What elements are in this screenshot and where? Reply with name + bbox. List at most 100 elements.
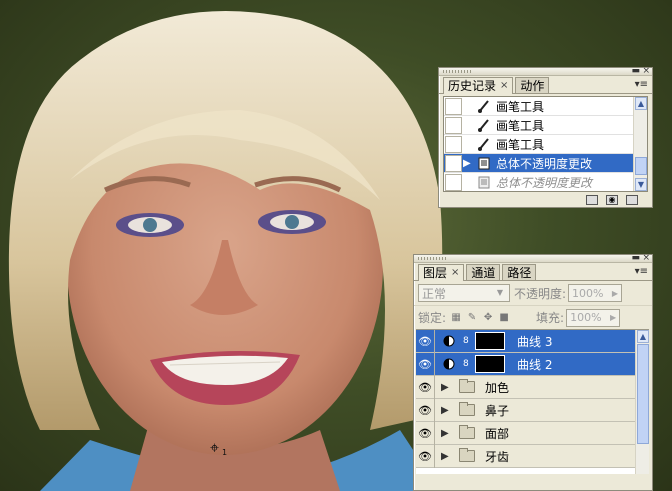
history-state-pointer-icon[interactable]: ▶ (463, 158, 471, 169)
layer-name: 面部 (485, 426, 510, 441)
lock-transparency-icon[interactable]: ▦ (450, 312, 462, 324)
fill-label: 填充: (536, 311, 565, 325)
tab-paths-label: 路径 (507, 265, 532, 280)
layer-name: 鼻子 (485, 403, 510, 418)
visibility-eye-icon[interactable]: 👁 (416, 375, 435, 399)
expand-triangle-icon[interactable]: ▶ (441, 382, 451, 393)
layer-group-row[interactable]: 👁 ▶ 牙齿 (416, 444, 649, 468)
brush-icon (476, 136, 492, 152)
history-item-label: 总体不透明度更改 (496, 175, 593, 190)
tab-channels-label: 通道 (471, 265, 496, 280)
history-item[interactable]: 画笔工具 (444, 135, 647, 154)
layer-mask-thumbnail[interactable] (475, 332, 505, 350)
visibility-eye-icon[interactable]: 👁 (416, 398, 435, 422)
snapshot-source-checkbox[interactable] (445, 154, 462, 172)
lock-pixels-icon[interactable]: ✎ (466, 312, 478, 324)
layer-group-row[interactable]: 👁 ▶ 面部 (416, 421, 649, 445)
tab-history[interactable]: 历史记录 × (443, 77, 514, 94)
history-panel: ▬ × 历史记录 × 动作 ▾≡ 画笔工具 画笔工具 画笔工具 ▶ 总体不透明度… (438, 66, 653, 208)
grip-dots-icon[interactable] (443, 70, 473, 73)
lock-label: 锁定: (418, 311, 447, 325)
scroll-thumb[interactable] (637, 344, 649, 444)
opacity-field[interactable]: 100% ▶ (568, 284, 623, 302)
layers-panel: ▬ × 图层 × 通道 路径 ▾≡ 正常 ▼ 不透明度: 100% ▶ 锁定: … (413, 253, 653, 491)
chevron-right-icon: ▶ (611, 288, 619, 298)
panel-menu-icon[interactable]: ▾≡ (635, 79, 648, 90)
snapshot-source-checkbox[interactable] (445, 116, 462, 134)
trash-icon[interactable] (626, 195, 638, 205)
layer-row[interactable]: 👁 8 曲线 3 (416, 330, 649, 353)
folder-icon (459, 379, 475, 393)
new-document-icon[interactable] (586, 195, 598, 205)
history-item-selected[interactable]: ▶ 总体不透明度更改 (444, 154, 647, 173)
history-panel-titlebar[interactable]: ▬ × (439, 66, 652, 76)
chain-link-icon[interactable]: 8 (463, 359, 471, 369)
layer-name: 曲线 2 (517, 357, 553, 372)
scroll-up-icon[interactable]: ▲ (635, 97, 647, 110)
layer-group-row[interactable]: 👁 ▶ 鼻子 (416, 398, 649, 422)
lock-all-icon[interactable]: ■ (498, 312, 510, 324)
blend-mode-select[interactable]: 正常 ▼ (418, 284, 510, 302)
layers-scrollbar[interactable]: ▲ (635, 330, 649, 474)
brush-icon (476, 98, 492, 114)
history-item[interactable]: 画笔工具 (444, 116, 647, 135)
visibility-eye-icon[interactable]: 👁 (416, 330, 435, 353)
chain-link-icon[interactable]: 8 (463, 336, 471, 346)
tab-layers[interactable]: 图层 × (418, 264, 465, 281)
tab-actions-label: 动作 (520, 78, 545, 93)
snapshot-source-checkbox[interactable] (445, 97, 462, 115)
expand-triangle-icon[interactable]: ▶ (441, 451, 451, 462)
history-item-label: 画笔工具 (496, 118, 545, 133)
curves-adjustment-icon (441, 356, 457, 372)
visibility-eye-icon[interactable]: 👁 (416, 421, 435, 445)
scroll-up-icon[interactable]: ▲ (637, 330, 649, 343)
snapshot-icon[interactable]: ◉ (606, 195, 618, 205)
lock-position-icon[interactable]: ✥ (482, 312, 494, 324)
crosshair-cursor-icon: ⌖ 1 (210, 438, 228, 457)
tab-close-icon[interactable]: × (500, 79, 508, 93)
layer-group-row[interactable]: 👁 ▶ 加色 (416, 375, 649, 399)
history-item-dimmed[interactable]: 总体不透明度更改 (444, 173, 647, 191)
tab-channels[interactable]: 通道 (466, 264, 501, 280)
snapshot-source-checkbox[interactable] (445, 135, 462, 153)
minimize-icon[interactable]: ▬ (631, 253, 640, 263)
close-icon[interactable]: × (642, 66, 650, 76)
opacity-value: 100% (572, 286, 604, 300)
opacity-label: 不透明度: (514, 286, 567, 301)
layer-row[interactable]: 👁 8 曲线 2 (416, 352, 649, 376)
close-icon[interactable]: × (642, 253, 650, 263)
layers-panel-titlebar[interactable]: ▬ × (414, 253, 652, 263)
history-tabs: 历史记录 × 动作 ▾≡ (439, 76, 652, 94)
history-item-label: 画笔工具 (496, 99, 545, 114)
curves-adjustment-icon (441, 333, 457, 349)
history-step-icon (476, 174, 492, 190)
layer-name: 牙齿 (485, 449, 510, 464)
expand-triangle-icon[interactable]: ▶ (441, 405, 451, 416)
tab-paths[interactable]: 路径 (502, 264, 537, 280)
history-list: 画笔工具 画笔工具 画笔工具 ▶ 总体不透明度更改 总体不透明度更改 ▲ ▼ (443, 96, 648, 192)
layer-mask-thumbnail[interactable] (475, 355, 505, 373)
cursor-label: 1 (222, 448, 228, 457)
scroll-thumb[interactable] (635, 157, 647, 175)
folder-icon (459, 448, 475, 462)
minimize-icon[interactable]: ▬ (631, 66, 640, 76)
panel-menu-icon[interactable]: ▾≡ (635, 266, 648, 277)
tab-actions[interactable]: 动作 (515, 77, 550, 93)
chevron-right-icon: ▶ (609, 313, 617, 322)
snapshot-source-checkbox[interactable] (445, 173, 462, 191)
fill-value: 100% (570, 311, 602, 324)
blend-mode-value: 正常 (422, 286, 447, 301)
history-item[interactable]: 画笔工具 (444, 97, 647, 116)
expand-triangle-icon[interactable]: ▶ (441, 428, 451, 439)
brush-icon (476, 117, 492, 133)
scroll-down-icon[interactable]: ▼ (635, 178, 647, 191)
visibility-eye-icon[interactable]: 👁 (416, 444, 435, 468)
fill-field[interactable]: 100% ▶ (566, 308, 621, 327)
visibility-eye-icon[interactable]: 👁 (416, 352, 435, 376)
layers-list: 👁 8 曲线 3 👁 8 曲线 2 👁 ▶ 加色 👁 ▶ 鼻子 👁 ▶ 面部 👁… (416, 329, 649, 474)
history-item-label: 画笔工具 (496, 137, 545, 152)
chevron-down-icon: ▼ (496, 288, 504, 297)
grip-dots-icon[interactable] (418, 257, 448, 260)
history-scrollbar[interactable]: ▲ ▼ (633, 97, 647, 191)
tab-close-icon[interactable]: × (451, 266, 459, 280)
